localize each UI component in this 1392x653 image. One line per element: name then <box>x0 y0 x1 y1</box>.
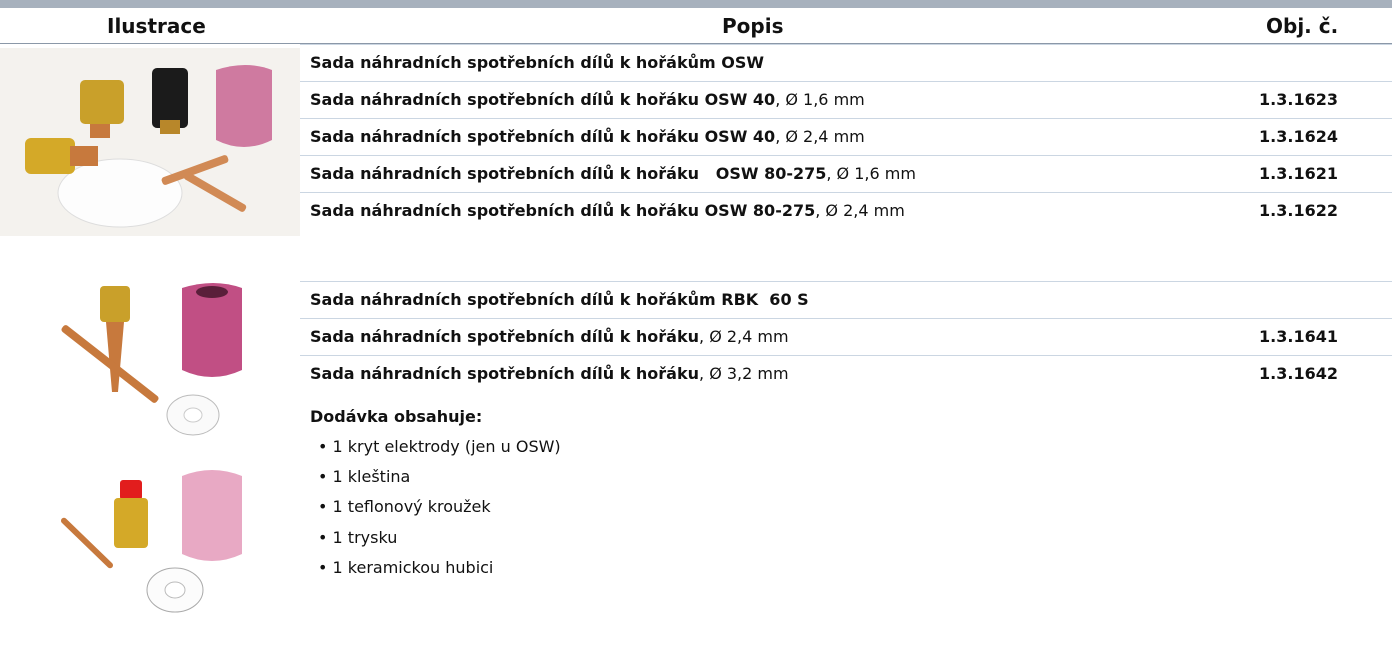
row-desc: Sada náhradních spotřebních dílů k hořák… <box>310 127 776 146</box>
order-number: 1.3.1642 <box>1259 364 1338 383</box>
list-item: • 1 teflonový kroužek <box>318 497 491 516</box>
row-spec: , Ø 2,4 mm <box>815 201 905 220</box>
delivery-title: Dodávka obsahuje: <box>310 407 483 426</box>
row-spec: , Ø 3,2 mm <box>699 364 789 383</box>
row-desc: Sada náhradních spotřebních dílů k hořák… <box>310 164 827 183</box>
row-spec: , Ø 2,4 mm <box>699 327 789 346</box>
order-number: 1.3.1641 <box>1259 327 1338 346</box>
row-spec: , Ø 2,4 mm <box>775 127 865 146</box>
list-item: • 1 keramickou hubici <box>318 558 494 577</box>
rbk-parts-illustration <box>60 283 242 613</box>
group2-title: Sada náhradních spotřebních dílů k hořák… <box>310 290 809 309</box>
table-row: Sada náhradních spotřebních dílů k hořák… <box>300 319 1392 356</box>
row-desc: Sada náhradních spotřebních dílů k hořák… <box>310 90 776 109</box>
row-spec: , Ø 1,6 mm <box>775 90 865 109</box>
column-header-order-number: Obj. č. <box>1266 14 1339 38</box>
column-header-description: Popis <box>722 14 784 38</box>
order-number: 1.3.1624 <box>1259 127 1338 146</box>
group1-title-row: Sada náhradních spotřebních dílů k hořák… <box>300 45 1392 82</box>
row-desc: Sada náhradních spotřebních dílů k hořák… <box>310 201 816 220</box>
order-number: 1.3.1622 <box>1259 201 1338 220</box>
osw-parts-illustration <box>0 48 300 236</box>
row-desc: Sada náhradních spotřebních dílů k hořák… <box>310 364 700 383</box>
order-number: 1.3.1623 <box>1259 90 1338 109</box>
list-item: • 1 trysku <box>318 528 398 547</box>
list-item: • 1 kryt elektrody (jen u OSW) <box>318 437 561 456</box>
group2-title-row: Sada náhradních spotřebních dílů k hořák… <box>300 282 1392 319</box>
row-desc: Sada náhradních spotřebních dílů k hořák… <box>310 327 700 346</box>
table-row: Sada náhradních spotřebních dílů k hořák… <box>300 82 1392 119</box>
list-item: • 1 kleština <box>318 467 411 486</box>
row-spec: , Ø 1,6 mm <box>826 164 916 183</box>
table-row: Sada náhradních spotřebních dílů k hořák… <box>300 156 1392 193</box>
table-row: Sada náhradních spotřebních dílů k hořák… <box>300 193 1392 229</box>
order-number: 1.3.1621 <box>1259 164 1338 183</box>
table-row: Sada náhradních spotřebních dílů k hořák… <box>300 356 1392 392</box>
table-row: Sada náhradních spotřebních dílů k hořák… <box>300 119 1392 156</box>
group1-title: Sada náhradních spotřebních dílů k hořák… <box>310 53 765 72</box>
column-header-illustration: Ilustrace <box>107 14 206 38</box>
top-bar <box>0 0 1392 8</box>
